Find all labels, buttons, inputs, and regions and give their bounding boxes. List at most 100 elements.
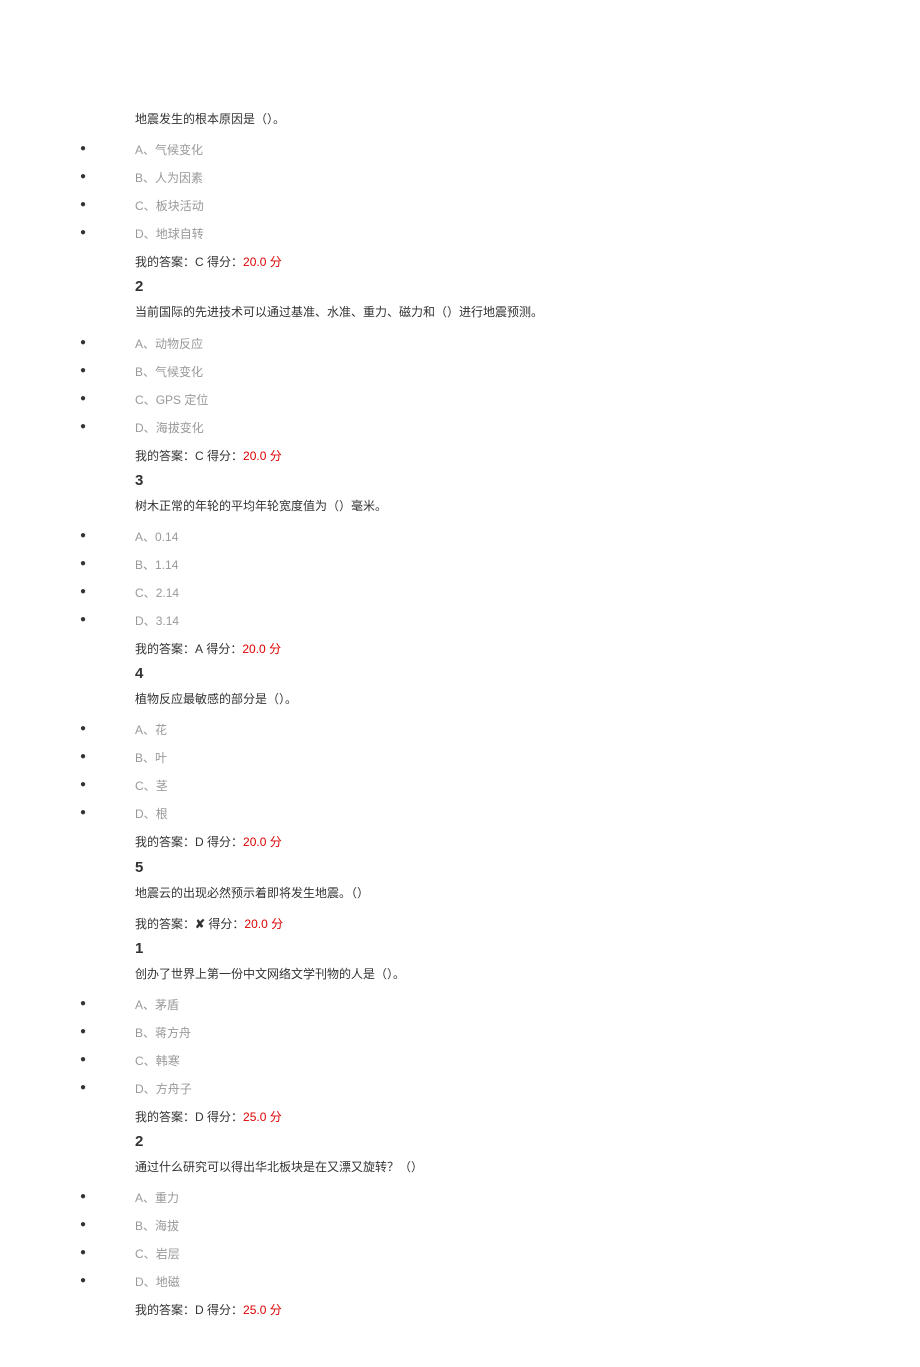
answer-line: 我的答案：D 得分：25.0 分 (135, 1301, 920, 1320)
question-number: 1 (135, 940, 920, 957)
answer-line: 我的答案：D 得分：25.0 分 (135, 1108, 920, 1127)
option-item: D、地球自转 (80, 225, 920, 243)
option-separator: 、 (143, 558, 155, 572)
option-text: 板块活动 (156, 199, 204, 213)
option-item: D、根 (80, 805, 920, 823)
score-value: 20.0 (244, 917, 267, 931)
option-letter: C (135, 1247, 144, 1261)
option-item: A、花 (80, 721, 920, 739)
option-letter: D (135, 1275, 144, 1289)
option-letter: B (135, 171, 143, 185)
option-separator: 、 (144, 227, 156, 241)
question-text: 通过什么研究可以得出华北板块是在又漂又旋转？（） (135, 1158, 920, 1177)
my-answer-label: 我的答案： (135, 1303, 195, 1317)
option-letter: A (135, 337, 143, 351)
option-item: A、0.14 (80, 528, 920, 546)
answer-line: 我的答案：✘ 得分：20.0 分 (135, 915, 920, 934)
option-separator: 、 (143, 365, 155, 379)
question-number: 5 (135, 859, 920, 876)
options-list: A、茅盾B、蒋方舟C、韩寒D、方舟子 (80, 996, 920, 1098)
question-text: 当前国际的先进技术可以通过基准、水准、重力、磁力和（）进行地震预测。 (135, 303, 920, 322)
answer-line: 我的答案：C 得分：20.0 分 (135, 447, 920, 466)
option-separator: 、 (144, 614, 156, 628)
score-label: 得分： (205, 917, 244, 931)
option-item: C、岩层 (80, 1245, 920, 1263)
option-text: 茅盾 (155, 998, 179, 1012)
option-text: 海拔 (155, 1219, 179, 1233)
option-item: B、人为因素 (80, 169, 920, 187)
answer-line: 我的答案：C 得分：20.0 分 (135, 253, 920, 272)
option-text: 方舟子 (156, 1082, 192, 1096)
option-separator: 、 (144, 1082, 156, 1096)
option-letter: B (135, 1026, 143, 1040)
my-answer-label: 我的答案： (135, 255, 195, 269)
score-unit: 分 (266, 642, 281, 656)
option-letter: C (135, 199, 144, 213)
option-letter: D (135, 1082, 144, 1096)
option-text: 蒋方舟 (155, 1026, 191, 1040)
option-text: 海拔变化 (156, 421, 204, 435)
option-letter: D (135, 807, 144, 821)
option-separator: 、 (143, 998, 155, 1012)
option-letter: A (135, 1191, 143, 1205)
score-label: 得分： (204, 449, 243, 463)
option-letter: B (135, 365, 143, 379)
options-list: A、重力B、海拔C、岩层D、地磁 (80, 1189, 920, 1291)
option-separator: 、 (144, 1275, 156, 1289)
option-text: 0.14 (155, 530, 178, 544)
option-item: B、气候变化 (80, 363, 920, 381)
option-letter: B (135, 558, 143, 572)
option-letter: B (135, 1219, 143, 1233)
answer-value: C (195, 449, 204, 463)
option-separator: 、 (144, 807, 156, 821)
option-item: C、茎 (80, 777, 920, 795)
score-value: 20.0 (242, 642, 265, 656)
option-letter: D (135, 614, 144, 628)
answer-value: A (195, 642, 203, 656)
question-number: 4 (135, 665, 920, 682)
answer-value: C (195, 255, 204, 269)
question-text: 地震云的出现必然预示着即将发生地震。（） (135, 884, 920, 903)
score-label: 得分： (204, 255, 243, 269)
option-letter: A (135, 530, 143, 544)
option-text: 茎 (156, 779, 168, 793)
option-text: 根 (156, 807, 168, 821)
option-separator: 、 (144, 586, 156, 600)
answer-value: D (195, 1303, 204, 1317)
option-text: 花 (155, 723, 167, 737)
score-unit: 分 (266, 1303, 281, 1317)
option-separator: 、 (143, 1026, 155, 1040)
option-item: D、海拔变化 (80, 419, 920, 437)
option-letter: C (135, 586, 144, 600)
score-label: 得分： (204, 1303, 243, 1317)
score-value: 20.0 (243, 255, 266, 269)
option-text: 3.14 (156, 614, 179, 628)
option-separator: 、 (144, 779, 156, 793)
option-item: C、GPS 定位 (80, 391, 920, 409)
answer-value: D (195, 835, 204, 849)
score-value: 25.0 (243, 1110, 266, 1124)
score-value: 20.0 (243, 449, 266, 463)
option-separator: 、 (144, 1247, 156, 1261)
option-item: A、气候变化 (80, 141, 920, 159)
option-text: 气候变化 (155, 143, 203, 157)
wrong-icon: ✘ (195, 917, 205, 931)
options-list: A、花B、叶C、茎D、根 (80, 721, 920, 823)
option-separator: 、 (143, 337, 155, 351)
option-item: C、2.14 (80, 584, 920, 602)
question-number: 3 (135, 472, 920, 489)
score-unit: 分 (266, 255, 281, 269)
score-label: 得分： (203, 642, 242, 656)
option-letter: C (135, 1054, 144, 1068)
option-item: D、3.14 (80, 612, 920, 630)
option-letter: D (135, 227, 144, 241)
option-letter: A (135, 998, 143, 1012)
question-text: 创办了世界上第一份中文网络文学刊物的人是（）。 (135, 965, 920, 984)
option-separator: 、 (143, 723, 155, 737)
option-text: GPS 定位 (156, 393, 209, 407)
option-separator: 、 (143, 1219, 155, 1233)
option-separator: 、 (143, 530, 155, 544)
option-text: 动物反应 (155, 337, 203, 351)
option-item: A、动物反应 (80, 335, 920, 353)
option-text: 重力 (155, 1191, 179, 1205)
